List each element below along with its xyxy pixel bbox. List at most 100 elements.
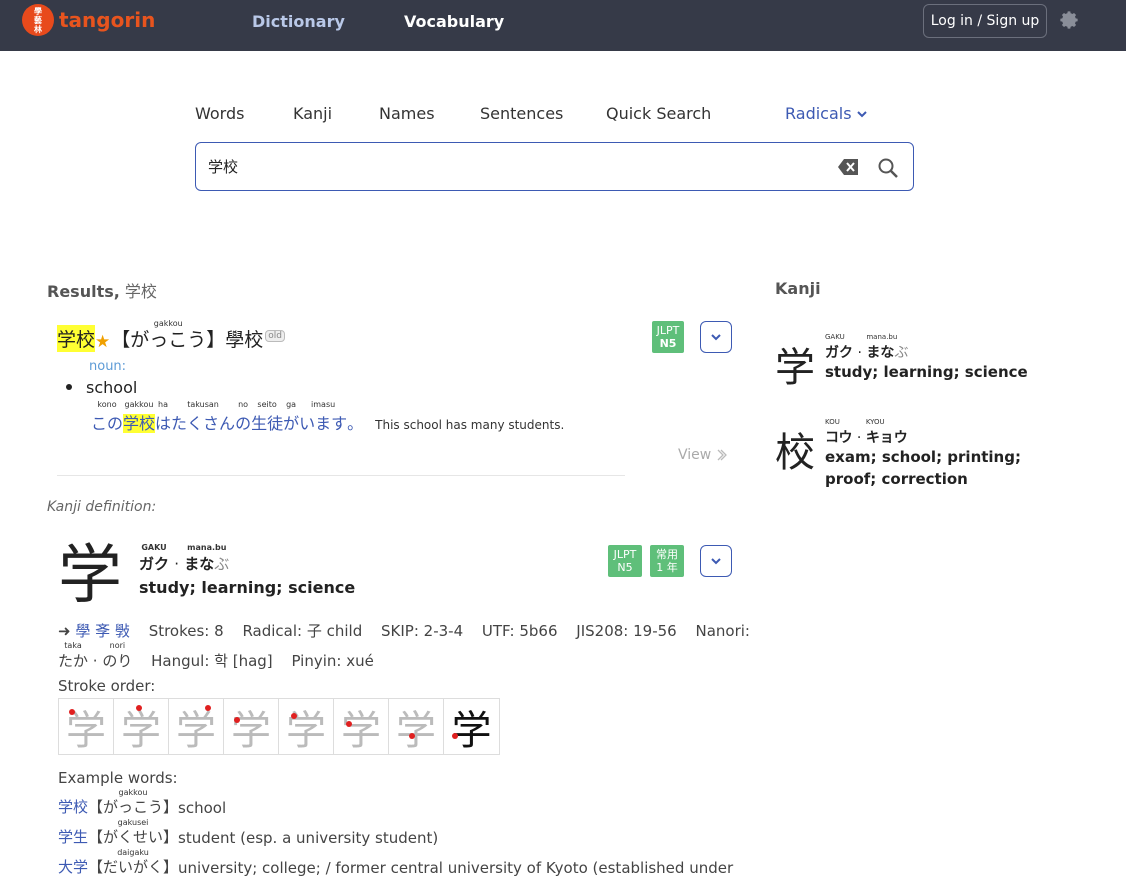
sentence-token-text: は (155, 414, 172, 433)
gloss-text: school (86, 378, 138, 397)
entry-expand-button[interactable] (700, 321, 732, 353)
entry-word[interactable]: 学校 (57, 325, 96, 352)
kun-reading[interactable]: まな (184, 555, 214, 573)
sentence-token[interactable]: 。 (347, 410, 363, 434)
stroke-frame: 学 (59, 699, 114, 754)
kanji-panel-meaning: study; learning; science (825, 363, 1028, 381)
star-icon[interactable]: ★ (95, 332, 110, 352)
kanji-jlpt-label: JLPT (613, 548, 637, 561)
sentence-token-text: が (283, 414, 300, 433)
stroke-frame: 学 (451, 707, 492, 754)
example-furigana: daigaku (117, 848, 149, 857)
example-meaning: university; college; / former central un… (178, 859, 734, 877)
example-reading-group: gakusei 【がくせい】 (88, 818, 178, 847)
example-reading: 【だいがく】 (88, 858, 179, 876)
kanji-jlpt-badge: JLPT N5 (608, 545, 642, 577)
example-sentence: kono この gakkou 学校 ha は takusan たくさん no の seito 生徒 ga… (91, 400, 565, 434)
stroke-start-dot (409, 733, 415, 739)
logo[interactable]: 學藝林 tangorin (22, 4, 155, 36)
gloss-item: school (66, 378, 137, 397)
chevron-down-icon (711, 558, 721, 565)
example-furigana: gakusei (117, 818, 149, 827)
example-reading-group: gakkou 【がっこう】 (88, 788, 178, 817)
on-reading[interactable]: ガク (139, 555, 169, 573)
on-furigana: GAKU (141, 543, 167, 552)
tab-words[interactable]: Words (195, 104, 244, 123)
stroke-frame: 学 (334, 699, 389, 754)
kanji-panel-kun-text: まな (866, 345, 895, 361)
sentence-token-furigana: kono (97, 400, 117, 409)
joyo-badge: 常用 1 年 (650, 545, 684, 577)
kanji-definition-label: Kanji definition: (47, 499, 157, 515)
view-link[interactable]: View (678, 447, 728, 463)
sentence-token[interactable]: takusan たくさん (171, 400, 236, 434)
sentence-token[interactable]: no の (235, 400, 252, 434)
nanori-1-furigana: taka (64, 641, 82, 650)
stroke-start-dot (205, 705, 211, 711)
on-reading-group: GAKU ガク (139, 543, 169, 574)
example-word[interactable]: 大学 (58, 856, 88, 877)
example-word-row: 学校 gakkou 【がっこう】 school (58, 788, 226, 817)
joyo-grade: 1 年 (656, 561, 678, 574)
kanji-panel-kun-text: キョウ (865, 430, 908, 446)
stroke-start-dot (346, 721, 352, 727)
tab-kanji[interactable]: Kanji (293, 104, 332, 123)
kanji-expand-button[interactable] (700, 545, 732, 577)
sentence-token[interactable]: gakkou 学校 (123, 400, 156, 434)
nav-vocabulary[interactable]: Vocabulary (404, 12, 504, 31)
sentence-japanese[interactable]: kono この gakkou 学校 ha は takusan たくさん no の seito 生徒 ga… (91, 400, 363, 434)
stroke-frame: 学 (389, 699, 444, 754)
entry-reading-group: gakkou 【がっこう】 (111, 319, 225, 352)
sentence-token-text: の (235, 414, 252, 433)
nanori-separator: · (92, 652, 98, 670)
nav-dictionary[interactable]: Dictionary (252, 12, 345, 31)
sentence-token[interactable]: ha は (155, 400, 172, 434)
arrow-icon: ➜ (58, 622, 71, 640)
stroke-start-dot (234, 717, 240, 723)
search-input[interactable] (208, 157, 808, 175)
kanji-meaning: study; learning; science (139, 578, 356, 597)
search-icon[interactable] (877, 157, 899, 179)
kanji-variants[interactable]: 學 斈 斅 (75, 622, 130, 640)
part-of-speech: noun: (89, 359, 127, 374)
example-word-row: 学生 gakusei 【がくせい】 student (esp. a universit… (58, 818, 438, 847)
kanji-panel-kun-furigana: KYOU (865, 418, 885, 426)
kanji-skip: SKIP: 2-3-4 (381, 622, 464, 640)
kanji-panel-kun: KYOU キョウ (865, 418, 908, 447)
tab-sentences[interactable]: Sentences (480, 104, 563, 123)
entry-reading-furigana: gakkou (153, 319, 183, 328)
example-word[interactable]: 学生 (58, 826, 88, 847)
jlpt-label: JLPT (656, 324, 680, 337)
kun-reading-group: mana.bu まなぶ (184, 543, 229, 574)
login-button[interactable]: Log in / Sign up (923, 4, 1047, 38)
sentence-english: This school has many students. (375, 418, 565, 432)
tab-names[interactable]: Names (379, 104, 435, 123)
kanji-panel-on: GAKU ガク (825, 333, 853, 362)
kanji-panel-separator: · (853, 345, 867, 361)
kanji-panel-on: KOU コウ (825, 418, 852, 447)
kanji-radical: Radical: 子 child (242, 622, 363, 640)
clear-icon[interactable] (837, 158, 859, 176)
top-bar: 學藝林 tangorin Dictionary Vocabulary Log i… (0, 0, 1126, 51)
logo-text: tangorin (59, 8, 156, 32)
kanji-jis: JIS208: 19-56 (576, 622, 677, 640)
sentence-token[interactable]: seito 生徒 (251, 400, 283, 434)
tab-radicals[interactable]: Radicals (785, 104, 868, 123)
gear-icon[interactable] (1058, 9, 1080, 31)
chevron-right-icon (717, 449, 728, 461)
nanori-2-furigana: nori (109, 641, 126, 650)
kanji-hangul: Hangul: 학 [hag] (151, 652, 273, 670)
sentence-token-text: たくさん (171, 414, 236, 433)
kanji-panel-on-furigana: KOU (825, 418, 840, 426)
kanji-panel-separator: · (852, 430, 866, 446)
sentence-token[interactable]: kono この (91, 400, 124, 434)
example-word[interactable]: 学校 (58, 796, 88, 817)
stroke-start-dot (452, 733, 458, 739)
example-word-row: 大学 daigaku 【だいがく】 university; college; / fo… (58, 848, 734, 877)
sentence-token[interactable]: ga が (283, 400, 300, 434)
sentence-token-text: この (91, 414, 124, 433)
sentence-token[interactable]: imasu います (299, 400, 347, 434)
kanji-panel-on-text: ガク (825, 345, 853, 361)
tab-quick-search[interactable]: Quick Search (606, 104, 711, 123)
kanji-pinyin: Pinyin: xué (291, 652, 374, 670)
